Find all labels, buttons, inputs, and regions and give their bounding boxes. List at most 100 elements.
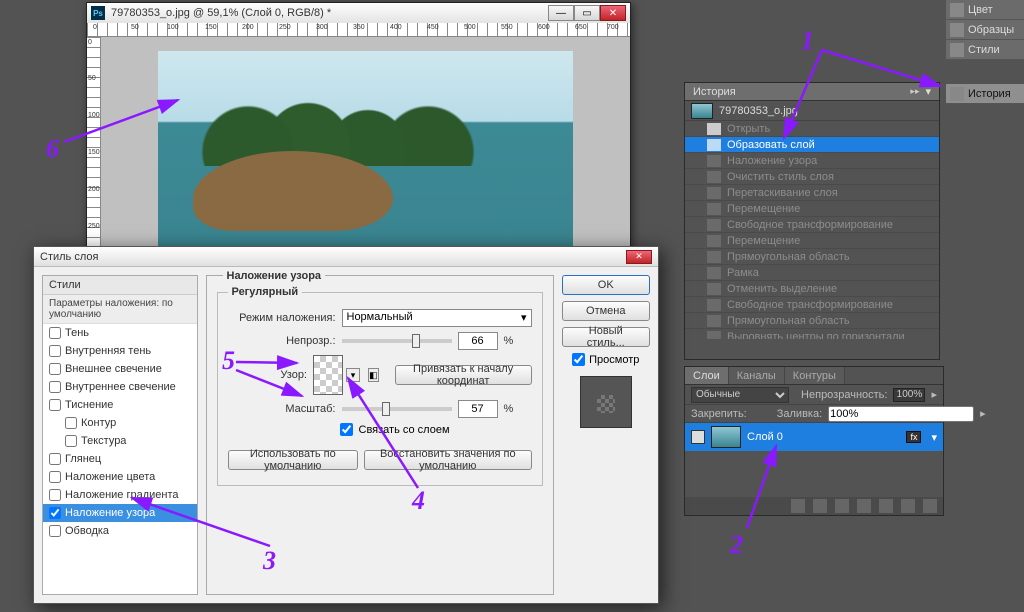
chevron-down-icon[interactable]: ▾: [931, 431, 937, 444]
effect-checkbox[interactable]: [49, 525, 61, 537]
style-effect-row[interactable]: Обводка: [43, 522, 197, 540]
close-button[interactable]: ✕: [600, 5, 626, 21]
link-icon[interactable]: [791, 499, 805, 513]
scale-value[interactable]: 57: [458, 400, 498, 418]
history-row[interactable]: Очистить стиль слоя: [685, 169, 939, 185]
side-item-history[interactable]: История: [946, 84, 1024, 104]
style-effect-row[interactable]: Тень: [43, 324, 197, 342]
effect-checkbox[interactable]: [49, 453, 61, 465]
effect-checkbox[interactable]: [49, 399, 61, 411]
ruler-horizontal[interactable]: 0501001502002503003504004505005506006507…: [87, 23, 630, 37]
styles-header[interactable]: Стили: [43, 276, 197, 295]
history-row[interactable]: Наложение узора: [685, 153, 939, 169]
link-with-layer-checkbox[interactable]: [340, 423, 353, 436]
effect-checkbox[interactable]: [49, 327, 61, 339]
dialog-close-button[interactable]: ✕: [626, 250, 652, 264]
opacity-slider[interactable]: [342, 339, 452, 343]
use-defaults-button[interactable]: Использовать по умолчанию: [228, 450, 359, 470]
style-effect-row[interactable]: Контур: [43, 414, 197, 432]
document-titlebar[interactable]: Ps 79780353_o.jpg @ 59,1% (Слой 0, RGB/8…: [87, 3, 630, 23]
cancel-button[interactable]: Отмена: [562, 301, 651, 321]
style-main: Наложение узора Регулярный Режим наложен…: [206, 275, 554, 595]
style-effect-row[interactable]: Внутреннее свечение: [43, 378, 197, 396]
ruler-vertical[interactable]: 050100150200250: [87, 37, 101, 249]
style-effect-row[interactable]: Текстура: [43, 432, 197, 450]
style-effect-row[interactable]: Глянец: [43, 450, 197, 468]
style-effect-row[interactable]: Наложение цвета: [43, 468, 197, 486]
history-step-icon: [707, 299, 721, 311]
style-effect-row[interactable]: Внешнее свечение: [43, 360, 197, 378]
blend-defaults-row[interactable]: Параметры наложения: по умолчанию: [43, 295, 197, 324]
document-window: Ps 79780353_o.jpg @ 59,1% (Слой 0, RGB/8…: [86, 2, 631, 250]
minimize-button[interactable]: —: [548, 5, 574, 21]
new-layer-icon[interactable]: [901, 499, 915, 513]
effect-checkbox[interactable]: [49, 381, 61, 393]
effect-checkbox[interactable]: [65, 417, 77, 429]
side-item-styles[interactable]: Стили: [946, 40, 1024, 60]
pattern-dropdown-button[interactable]: ▾: [346, 368, 360, 382]
adjust-icon[interactable]: [857, 499, 871, 513]
snap-origin-button[interactable]: Привязать к началу координат: [395, 365, 532, 385]
reset-defaults-button[interactable]: Восстановить значения по умолчанию: [364, 450, 531, 470]
effect-checkbox[interactable]: [49, 471, 61, 483]
style-effect-row[interactable]: Наложение градиента: [43, 486, 197, 504]
side-item-color[interactable]: Цвет: [946, 0, 1024, 20]
history-row[interactable]: Перемещение: [685, 201, 939, 217]
annotation-2: 2: [730, 530, 743, 560]
effect-checkbox[interactable]: [49, 363, 61, 375]
effect-checkbox[interactable]: [49, 489, 61, 501]
history-file-row[interactable]: 79780353_o.jpg: [685, 101, 939, 121]
eye-icon[interactable]: [691, 430, 705, 444]
history-row[interactable]: Перемещение: [685, 233, 939, 249]
mask-icon[interactable]: [835, 499, 849, 513]
effect-checkbox[interactable]: [49, 507, 61, 519]
swatches-icon: [950, 23, 964, 37]
chevron-down-icon[interactable]: ▸: [980, 407, 986, 420]
history-row[interactable]: Отменить выделение: [685, 281, 939, 297]
style-effect-row[interactable]: Внутренняя тень: [43, 342, 197, 360]
new-style-button[interactable]: Новый стиль...: [562, 327, 651, 347]
layer-row[interactable]: Слой 0 fx ▾: [685, 423, 943, 451]
history-row[interactable]: Перетаскивание слоя: [685, 185, 939, 201]
fill-input[interactable]: [828, 406, 974, 422]
annotation-6: 6: [46, 134, 59, 164]
preview-checkbox[interactable]: [572, 353, 585, 366]
style-effect-row[interactable]: Наложение узора: [43, 504, 197, 522]
effect-checkbox[interactable]: [49, 345, 61, 357]
history-row[interactable]: Образовать слой: [685, 137, 939, 153]
style-effect-row[interactable]: Тиснение: [43, 396, 197, 414]
blend-mode-select[interactable]: Нормальный▾: [342, 309, 532, 327]
history-row[interactable]: Выровнять центры по горизонтали: [685, 329, 939, 339]
effect-checkbox[interactable]: [65, 435, 77, 447]
dialog-titlebar[interactable]: Стиль слоя ✕: [34, 247, 658, 267]
history-tab[interactable]: История▸▸▾: [685, 83, 939, 101]
opacity-input[interactable]: [893, 388, 925, 402]
annotation-4: 4: [412, 486, 425, 516]
history-step-icon: [707, 203, 721, 215]
maximize-button[interactable]: ▭: [574, 5, 600, 21]
tab-layers[interactable]: Слои: [685, 367, 729, 384]
blend-mode-select[interactable]: Обычные: [691, 387, 789, 403]
scale-slider[interactable]: [342, 407, 452, 411]
opacity-value[interactable]: 66: [458, 332, 498, 350]
history-step-icon: [707, 315, 721, 327]
history-row[interactable]: Свободное трансформирование: [685, 297, 939, 313]
canvas[interactable]: [101, 37, 630, 249]
tab-paths[interactable]: Контуры: [785, 367, 845, 384]
trash-icon[interactable]: [923, 499, 937, 513]
styles-sidebar: Стили Параметры наложения: по умолчанию …: [42, 275, 198, 595]
history-row[interactable]: Прямоугольная область: [685, 313, 939, 329]
history-row[interactable]: Рамка: [685, 265, 939, 281]
fx-icon[interactable]: [813, 499, 827, 513]
pattern-swatch[interactable]: [313, 355, 343, 395]
chevron-down-icon[interactable]: ▸: [931, 388, 937, 401]
new-preset-button[interactable]: ◧: [368, 368, 379, 382]
history-row[interactable]: Свободное трансформирование: [685, 217, 939, 233]
ok-button[interactable]: OK: [562, 275, 651, 295]
fx-badge[interactable]: fx: [906, 431, 921, 443]
history-row[interactable]: Открыть: [685, 121, 939, 137]
tab-channels[interactable]: Каналы: [729, 367, 785, 384]
side-item-swatches[interactable]: Образцы: [946, 20, 1024, 40]
history-row[interactable]: Прямоугольная область: [685, 249, 939, 265]
group-icon[interactable]: [879, 499, 893, 513]
